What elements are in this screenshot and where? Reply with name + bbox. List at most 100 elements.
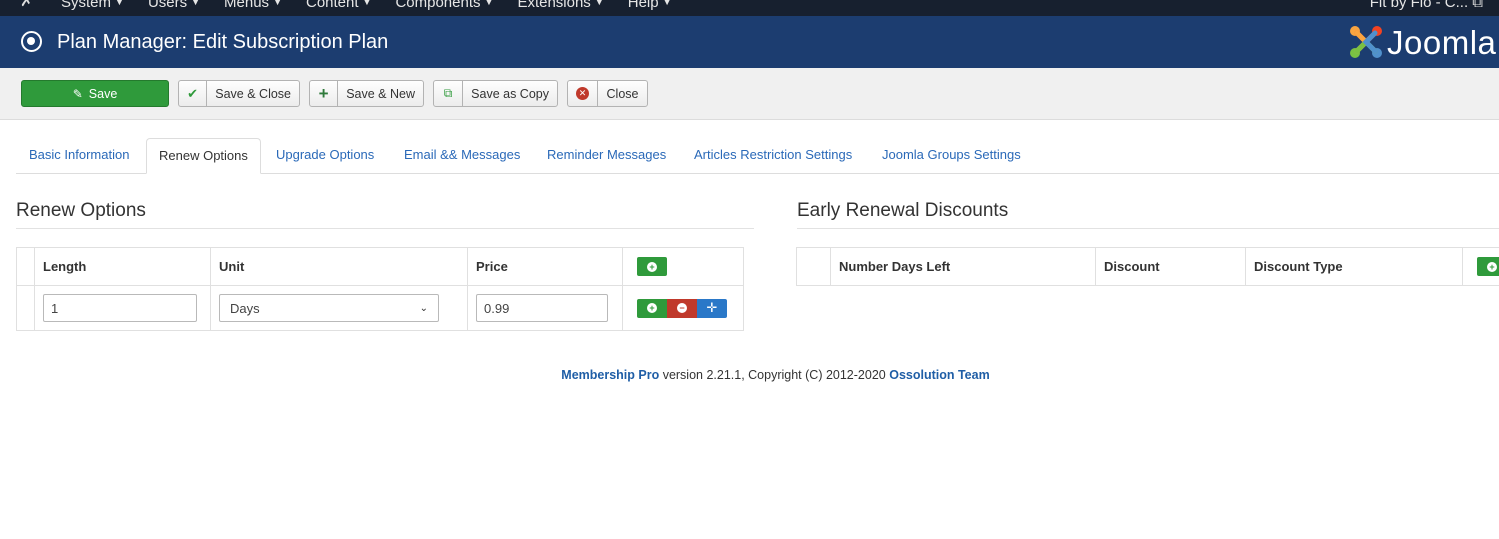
edit-icon: ✎ (72, 86, 83, 101)
move-row-button[interactable]: ✛ (697, 298, 727, 318)
tab-email-messages[interactable]: Email && Messages (404, 138, 520, 174)
unit-cell: Days ⌄ (210, 285, 468, 331)
save-new-label: Save & New (346, 86, 415, 101)
external-link-icon: ⧉ (1472, 0, 1483, 11)
menu-extensions[interactable]: Extensions ▼ (517, 0, 603, 13)
early-renewal-divider (797, 228, 1499, 229)
insert-row-button[interactable]: + (637, 298, 667, 318)
top-navbar: ✗ System ▼ Users ▼ Menus ▼ Content ▼ Compone… (0, 0, 1499, 16)
early-renewal-table: Number Days Left Discount Discount Type … (796, 247, 1499, 286)
caret-down-icon: ▼ (115, 0, 124, 7)
joomla-logo-text: Joomla (1387, 24, 1497, 61)
plus-circle-icon: + (647, 261, 657, 272)
product-link[interactable]: Membership Pro (561, 368, 659, 382)
menu-label: Content (305, 0, 359, 11)
team-link[interactable]: Ossolution Team (889, 368, 989, 382)
copy-icon: ⧉ (434, 81, 464, 106)
column-header-length: Length (34, 247, 211, 286)
save-button-label: Save (88, 86, 118, 101)
plus-circle-icon: + (1487, 261, 1497, 272)
table-row: 1 Days ⌄ 0.99 + − ✛ (16, 285, 744, 331)
length-cell: 1 (34, 285, 211, 331)
row-actions: + − ✛ (637, 298, 727, 318)
menu-label: Help (627, 0, 659, 11)
save-close-button[interactable]: ✔ Save & Close (178, 80, 300, 107)
menu-help[interactable]: Help ▼ (628, 0, 672, 13)
toolbar: ✎ Save ✔ Save & Close + Save & New ⧉ Sav… (0, 68, 1499, 120)
footer-text: version 2.21.1, Copyright (C) 2012-2020 (659, 368, 890, 382)
column-header-discount-type: Discount Type (1245, 247, 1463, 286)
page-header: Plan Manager: Edit Subscription Plan Joo… (0, 16, 1499, 68)
main-menu: System ▼ Users ▼ Menus ▼ Content ▼ Component… (61, 0, 696, 13)
close-label: Close (606, 86, 639, 101)
save-close-label: Save & Close (215, 86, 291, 101)
target-icon (21, 31, 42, 52)
save-copy-button[interactable]: ⧉ Save as Copy (433, 80, 558, 107)
plan-tabs: Basic Information Renew Options Upgrade … (16, 138, 1499, 174)
caret-down-icon: ▼ (484, 0, 494, 7)
column-header-unit: Unit (210, 247, 468, 286)
tab-reminder-messages[interactable]: Reminder Messages (547, 138, 666, 174)
unit-value: Days (230, 300, 260, 316)
row-actions-cell: + − ✛ (622, 285, 744, 331)
tab-articles-restriction-settings[interactable]: Articles Restriction Settings (694, 138, 852, 174)
column-header-price: Price (467, 247, 623, 286)
plus-circle-icon: + (647, 303, 657, 313)
add-header-cell: + (1462, 247, 1499, 286)
row-handle-header (796, 247, 831, 286)
menu-label: Users (147, 0, 188, 11)
menu-label: System (61, 0, 112, 11)
move-icon: ✛ (706, 300, 718, 315)
joomla-logo: Joomla (1347, 23, 1499, 63)
caret-down-icon: ▼ (662, 0, 672, 7)
price-input[interactable]: 0.99 (476, 294, 608, 322)
plus-icon: + (310, 81, 339, 106)
price-value: 0.99 (484, 300, 510, 316)
column-header-discount: Discount (1095, 247, 1246, 286)
table-header-row: Number Days Left Discount Discount Type … (796, 247, 1499, 286)
unit-select[interactable]: Days ⌄ (219, 294, 439, 322)
page-title: Plan Manager: Edit Subscription Plan (57, 31, 389, 53)
minus-circle-icon: − (677, 303, 687, 313)
row-handle-header (16, 247, 35, 286)
chevron-down-icon: ⌄ (419, 302, 428, 314)
menu-components[interactable]: Components ▼ (395, 0, 493, 13)
renew-options-table: Length Unit Price + 1 Days ⌄ 0.99 + − ✛ (16, 247, 744, 331)
close-button[interactable]: ✕ Close (567, 80, 648, 107)
table-header-row: Length Unit Price + (16, 247, 744, 286)
remove-row-button[interactable]: − (667, 298, 697, 318)
joomla-menu-icon[interactable]: ✗ (20, 0, 38, 11)
menu-system[interactable]: System ▼ (61, 0, 124, 13)
site-link[interactable]: Fit by Flo - C... ⧉ (1370, 0, 1483, 12)
column-header-number-days-left: Number Days Left (830, 247, 1096, 286)
save-new-button[interactable]: + Save & New (309, 80, 424, 107)
menu-label: Components (395, 0, 481, 11)
save-button[interactable]: ✎ Save (21, 80, 169, 107)
row-handle[interactable] (16, 285, 35, 331)
menu-menus[interactable]: Menus ▼ (224, 0, 282, 13)
footer-credits: Membership Pro version 2.21.1, Copyright… (0, 368, 1499, 382)
site-link-label: Fit by Flo - C... (1369, 0, 1469, 11)
add-row-button[interactable]: + (637, 257, 667, 276)
early-renewal-table-wrap: Number Days Left Discount Discount Type … (796, 247, 1499, 287)
length-value: 1 (51, 300, 59, 316)
add-header-cell: + (622, 247, 744, 286)
length-input[interactable]: 1 (43, 294, 197, 322)
add-discount-button[interactable]: + (1477, 257, 1499, 276)
menu-content[interactable]: Content ▼ (306, 0, 371, 13)
close-icon: ✕ (568, 81, 598, 106)
caret-down-icon: ▼ (362, 0, 372, 7)
early-renewal-title: Early Renewal Discounts (797, 200, 1009, 221)
save-copy-label: Save as Copy (471, 86, 549, 101)
price-cell: 0.99 (467, 285, 623, 331)
tab-joomla-groups-settings[interactable]: Joomla Groups Settings (882, 138, 1021, 174)
menu-label: Extensions (517, 0, 591, 11)
tab-upgrade-options[interactable]: Upgrade Options (276, 138, 374, 174)
tab-renew-options[interactable]: Renew Options (146, 138, 261, 174)
tab-basic-information[interactable]: Basic Information (29, 138, 129, 174)
renew-options-divider (16, 228, 754, 229)
menu-label: Menus (224, 0, 270, 11)
caret-down-icon: ▼ (594, 0, 604, 7)
menu-users[interactable]: Users ▼ (148, 0, 200, 13)
caret-down-icon: ▼ (191, 0, 201, 7)
